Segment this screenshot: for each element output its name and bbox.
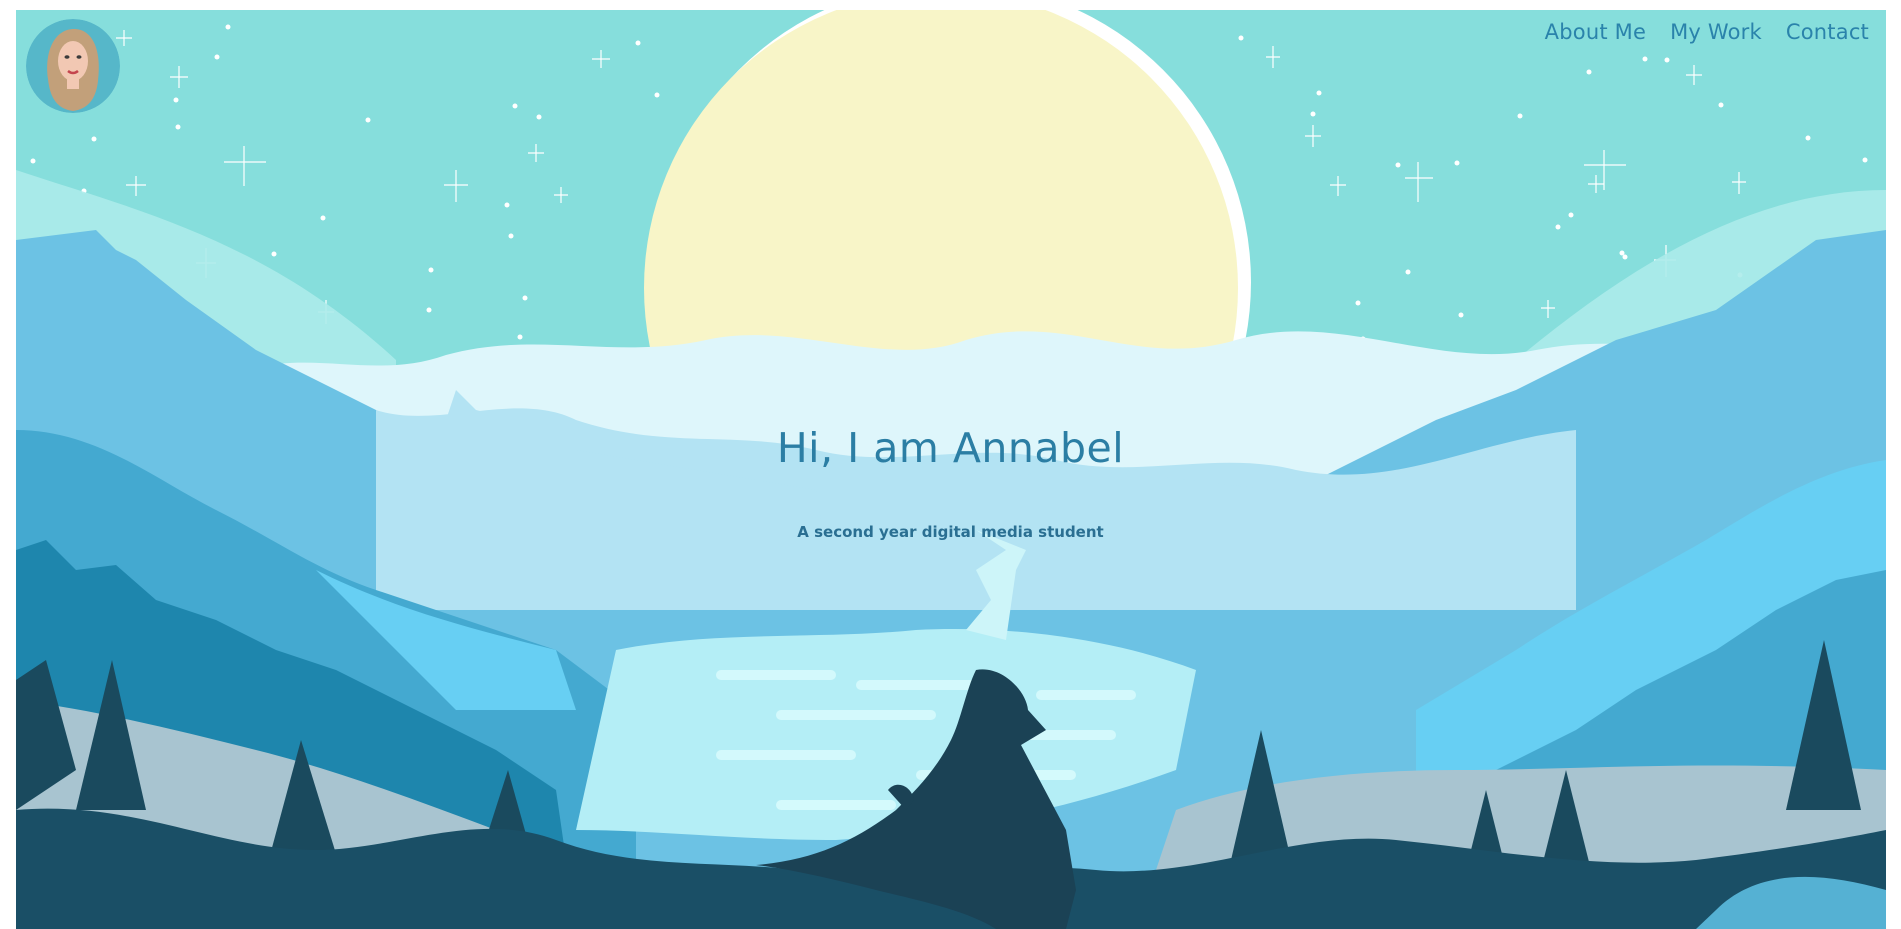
nav-about-me[interactable]: About Me (1545, 20, 1646, 44)
nav-my-work[interactable]: My Work (1670, 20, 1762, 44)
profile-portrait-icon (26, 19, 120, 113)
hero-title: Hi, I am Annabel (776, 424, 1125, 472)
top-navigation: About Me My Work Contact (1545, 20, 1869, 44)
nav-contact[interactable]: Contact (1786, 20, 1869, 44)
hero-subtitle: A second year digital media student (797, 523, 1104, 541)
profile-avatar[interactable] (26, 19, 120, 113)
